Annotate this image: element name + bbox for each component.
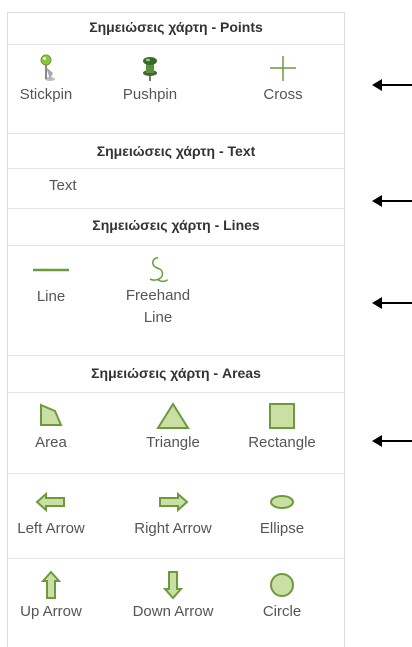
- freehand-line-tool[interactable]: Freehand Line: [118, 255, 198, 329]
- pushpin-icon: [143, 57, 157, 81]
- up-arrow-icon: [40, 570, 62, 599]
- rectangle-icon: [269, 403, 295, 429]
- stickpin-label: Stickpin: [19, 86, 73, 103]
- divider: [8, 473, 344, 474]
- right-arrow-tool[interactable]: Right Arrow: [121, 487, 225, 541]
- triangle-label: Triangle: [146, 434, 200, 451]
- down-arrow-label: Down Arrow: [132, 603, 214, 620]
- up-arrow-tool[interactable]: Up Arrow: [0, 570, 103, 624]
- area-icon: [40, 403, 63, 426]
- divider: [8, 558, 344, 559]
- line-label: Line: [36, 288, 66, 305]
- triangle-icon: [156, 402, 190, 429]
- left-arrow-tool[interactable]: Left Arrow: [0, 487, 103, 541]
- circle-icon: [270, 573, 294, 597]
- up-arrow-label: Up Arrow: [20, 603, 82, 620]
- map-notes-panel: Σημειώσεις χάρτη - Points Stickpin Pushp…: [7, 12, 345, 647]
- annotation-arrow-icon: [372, 297, 412, 309]
- section-header-text: Σημειώσεις χάρτη - Text: [8, 143, 344, 169]
- right-arrow-label: Right Arrow: [134, 520, 212, 537]
- ellipse-icon: [270, 495, 294, 509]
- freehand-line-label: Freehand Line: [125, 287, 191, 326]
- down-arrow-icon: [162, 571, 184, 600]
- right-arrow-icon: [159, 491, 189, 513]
- freehand-line-icon: [149, 256, 169, 283]
- divider: [8, 133, 344, 134]
- text-tool[interactable]: Text: [13, 174, 117, 198]
- cross-icon: [270, 56, 296, 81]
- line-icon: [33, 268, 69, 272]
- text-tool-label: Text: [49, 177, 77, 194]
- circle-tool[interactable]: Circle: [230, 570, 334, 624]
- ellipse-tool[interactable]: Ellipse: [230, 487, 334, 541]
- line-tool[interactable]: Line: [6, 255, 96, 309]
- section-header-points: Σημειώσεις χάρτη - Points: [8, 19, 344, 45]
- cross-label: Cross: [263, 86, 303, 103]
- circle-label: Circle: [262, 603, 302, 620]
- rectangle-tool[interactable]: Rectangle: [230, 401, 334, 455]
- stickpin-icon: [40, 54, 55, 81]
- divider: [8, 355, 344, 356]
- annotation-arrow-icon: [372, 435, 412, 447]
- left-arrow-label: Left Arrow: [17, 520, 85, 537]
- section-header-areas: Σημειώσεις χάρτη - Areas: [8, 365, 344, 393]
- cross-tool[interactable]: Cross: [231, 53, 335, 107]
- annotation-arrow-icon: [372, 79, 412, 91]
- triangle-tool[interactable]: Triangle: [121, 401, 225, 455]
- annotation-arrow-icon: [372, 195, 412, 207]
- section-header-lines: Σημειώσεις χάρτη - Lines: [8, 217, 344, 246]
- pushpin-label: Pushpin: [122, 86, 178, 103]
- left-arrow-icon: [35, 491, 65, 513]
- area-tool[interactable]: Area: [0, 401, 103, 455]
- ellipse-label: Ellipse: [259, 520, 305, 537]
- rectangle-label: Rectangle: [248, 434, 316, 451]
- stickpin-tool[interactable]: Stickpin: [0, 53, 98, 107]
- divider: [8, 208, 344, 209]
- down-arrow-tool[interactable]: Down Arrow: [121, 570, 225, 624]
- area-label: Area: [35, 434, 67, 451]
- pushpin-tool[interactable]: Pushpin: [98, 53, 202, 107]
